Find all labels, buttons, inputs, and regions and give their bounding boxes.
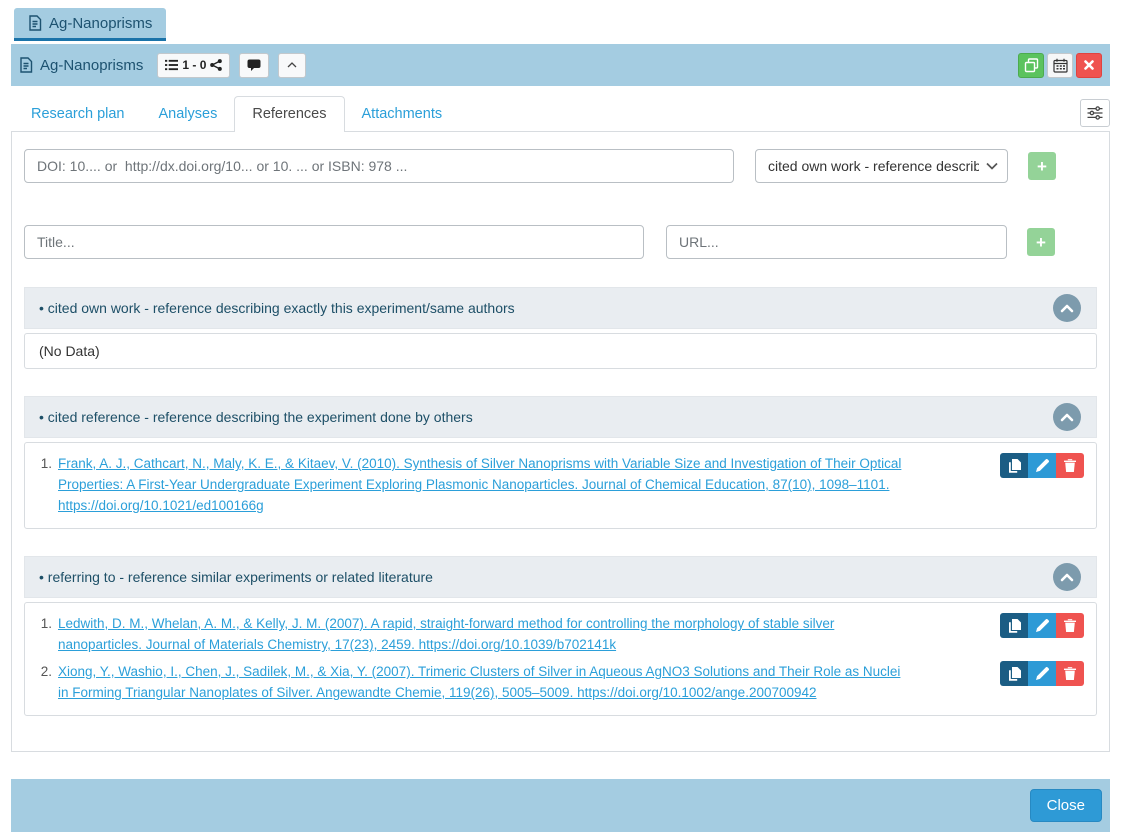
section-title: • referring to - reference similar exper… [39,569,433,585]
reference-section: • cited own work - reference describing … [24,287,1097,369]
copy-reference-button[interactable] [1000,661,1028,686]
reference-link[interactable]: Frank, A. J., Cathcart, N., Maly, K. E.,… [58,453,1000,516]
list-icon [165,59,178,71]
reference-item: 2. Xiong, Y., Washio, I., Chen, J., Sadi… [37,661,1084,703]
window-tab-label: Ag-Nanoprisms [49,15,152,32]
section-box: (No Data) [24,333,1097,369]
reference-item: 1. Ledwith, D. M., Whelan, A. M., & Kell… [37,613,1084,655]
tab-research-plan[interactable]: Research plan [14,97,142,131]
window-tab-strip: Ag-Nanoprisms [11,0,1110,41]
section-collapse-button[interactable] [1053,294,1081,322]
counter-value: 1 - 0 [182,58,206,72]
reference-list: 1. Ledwith, D. M., Whelan, A. M., & Kell… [25,603,1096,715]
title-input[interactable] [24,225,644,259]
edit-reference-button[interactable] [1028,613,1056,638]
manual-row: + [24,225,1097,259]
paste-icon [1008,667,1021,681]
chevron-up-icon [1060,413,1074,422]
experiment-window: Ag-Nanoprisms Ag-Nanoprisms 1 - 0 [0,0,1127,838]
section-collapse-button[interactable] [1053,403,1081,431]
document-icon [28,15,42,31]
reference-actions [1000,453,1084,478]
tab-attachments[interactable]: Attachments [345,97,460,131]
entry-title: Ag-Nanoprisms [40,57,143,74]
calendar-icon [1053,58,1068,73]
pencil-icon [1036,619,1049,632]
doi-row: cited own work - reference describing ex… [24,149,1097,183]
chevron-up-icon [287,62,297,68]
reference-item: 1. Frank, A. J., Cathcart, N., Maly, K. … [37,453,1084,516]
reference-link[interactable]: Xiong, Y., Washio, I., Chen, J., Sadilek… [58,661,1000,703]
comment-bubble-icon [247,59,261,72]
no-data-text: (No Data) [25,334,1096,368]
trash-icon [1064,459,1076,472]
reference-number: 1. [37,453,52,474]
add-manual-reference-button[interactable]: + [1027,228,1055,256]
reference-section: • referring to - reference similar exper… [24,556,1097,716]
delete-reference-button[interactable] [1056,661,1084,686]
reference-actions [1000,613,1084,638]
doi-input[interactable] [24,149,734,183]
pencil-icon [1036,459,1049,472]
sliders-icon [1087,106,1103,120]
sections-container: • cited own work - reference describing … [24,287,1097,716]
reference-link[interactable]: Ledwith, D. M., Whelan, A. M., & Kelly, … [58,613,1000,655]
window-tab-ag-nanoprisms[interactable]: Ag-Nanoprisms [14,8,166,41]
section-header: • referring to - reference similar exper… [24,556,1097,598]
reference-category-select[interactable]: cited own work - reference describing ex… [755,149,1008,183]
delete-reference-button[interactable] [1056,613,1084,638]
reference-settings-button[interactable] [1080,99,1110,127]
plus-icon: + [1036,234,1046,251]
section-collapse-button[interactable] [1053,563,1081,591]
share-icon [210,59,222,71]
delete-reference-button[interactable] [1056,453,1084,478]
references-panel: cited own work - reference describing ex… [11,131,1110,752]
x-icon [1084,60,1094,70]
section-header: • cited own work - reference describing … [24,287,1097,329]
reference-counter-button[interactable]: 1 - 0 [157,53,230,78]
section-title: • cited own work - reference describing … [39,300,515,316]
comments-button[interactable] [239,53,269,78]
plus-icon: + [1037,158,1047,175]
section-header: • cited reference - reference describing… [24,396,1097,438]
chevron-up-icon [1060,573,1074,582]
entry-header: Ag-Nanoprisms 1 - 0 [11,44,1110,86]
pencil-icon [1036,667,1049,680]
trash-icon [1064,619,1076,632]
footer-bar: Close [11,779,1110,832]
copy-reference-button[interactable] [1000,453,1028,478]
trash-icon [1064,667,1076,680]
tab-bar: Research plan Analyses References Attach… [11,96,1110,131]
reference-number: 2. [37,661,52,682]
copy-reference-button[interactable] [1000,613,1028,638]
tab-analyses[interactable]: Analyses [142,97,235,131]
duplicate-icon [1024,58,1039,73]
document-icon [19,57,33,73]
add-doi-reference-button[interactable]: + [1028,152,1056,180]
tab-references[interactable]: References [234,96,344,132]
reference-actions [1000,661,1084,686]
paste-icon [1008,459,1021,473]
section-title: • cited reference - reference describing… [39,409,473,425]
section-box: 1. Ledwith, D. M., Whelan, A. M., & Kell… [24,602,1097,716]
reference-list: 1. Frank, A. J., Cathcart, N., Maly, K. … [25,443,1096,528]
paste-icon [1008,619,1021,633]
chevron-up-icon [1060,304,1074,313]
edit-reference-button[interactable] [1028,453,1056,478]
reference-number: 1. [37,613,52,634]
close-button[interactable]: Close [1030,789,1102,822]
close-entry-button[interactable] [1076,53,1102,78]
entry-header-actions [1018,53,1102,78]
calendar-button[interactable] [1047,53,1073,78]
edit-reference-button[interactable] [1028,661,1056,686]
url-input[interactable] [666,225,1007,259]
collapse-entry-button[interactable] [278,53,306,78]
section-box: 1. Frank, A. J., Cathcart, N., Maly, K. … [24,442,1097,529]
duplicate-entry-button[interactable] [1018,53,1044,78]
category-select-wrap: cited own work - reference describing ex… [755,149,1008,183]
reference-section: • cited reference - reference describing… [24,396,1097,529]
